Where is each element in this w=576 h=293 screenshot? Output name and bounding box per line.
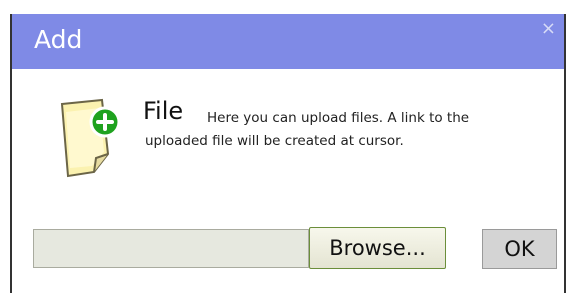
dialog-title: Add xyxy=(34,25,83,54)
ok-button[interactable]: OK xyxy=(482,229,557,269)
file-path-field[interactable] xyxy=(33,229,309,268)
browse-button[interactable]: Browse... xyxy=(309,227,446,269)
description-line-2: uploaded file will be created at cursor. xyxy=(145,133,404,149)
dialog-titlebar: Add × xyxy=(12,14,564,69)
description-line-1: Here you can upload files. A link to the xyxy=(207,110,470,126)
close-icon[interactable]: × xyxy=(541,18,556,39)
add-file-dialog: Add × File Here you can upload files. A … xyxy=(10,14,566,293)
file-add-icon xyxy=(50,96,121,186)
section-heading: File xyxy=(143,97,184,125)
